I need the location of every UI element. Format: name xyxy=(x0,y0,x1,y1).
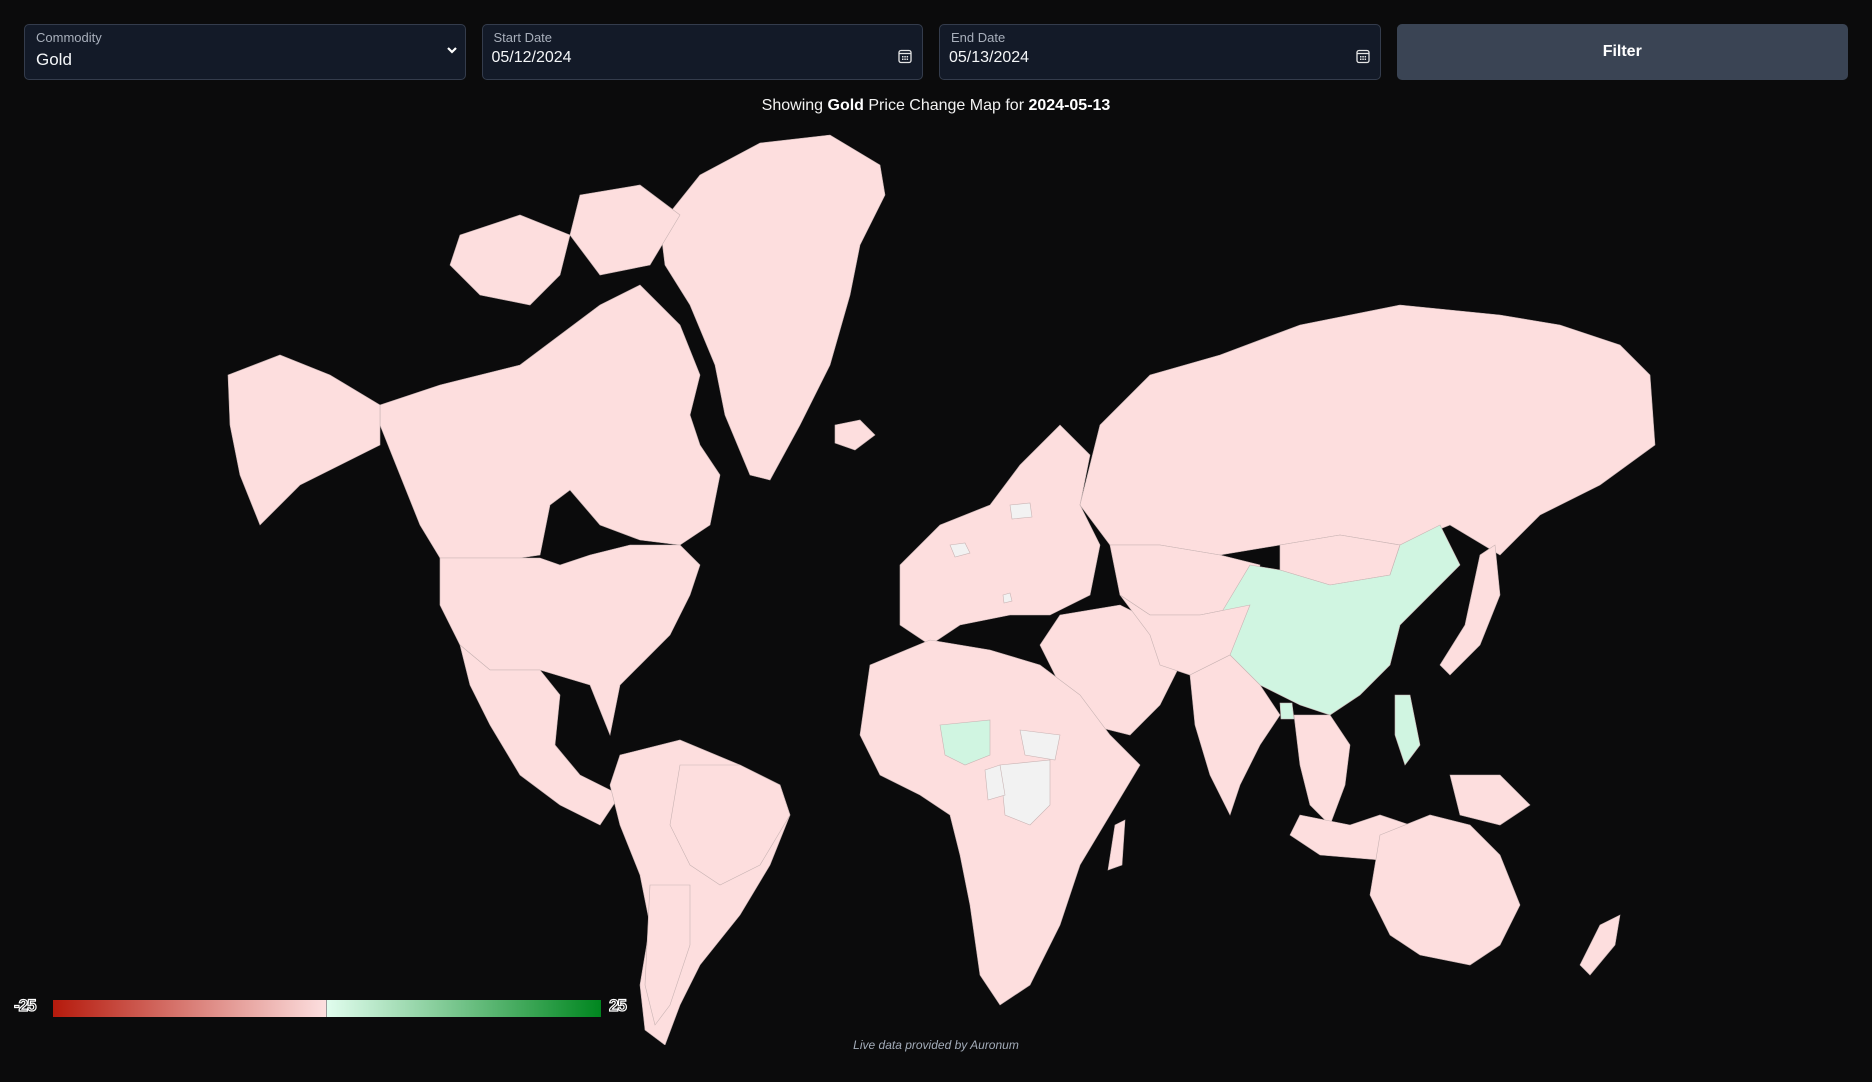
country-argentina[interactable] xyxy=(644,884,691,1026)
end-date-input[interactable]: End Date 05/13/2024 xyxy=(939,24,1381,80)
end-date-value[interactable]: 05/13/2024 xyxy=(949,49,1029,67)
country-philippines[interactable] xyxy=(1394,694,1421,766)
country-russia[interactable] xyxy=(1079,304,1656,556)
start-date-input[interactable]: Start Date 05/12/2024 xyxy=(481,24,923,80)
filter-button[interactable]: Filter xyxy=(1396,24,1848,80)
commodity-select[interactable]: Commodity Gold xyxy=(24,24,466,80)
legend-min-label: -25 xyxy=(13,995,37,1015)
heading-commodity: Gold xyxy=(827,97,864,114)
commodity-value: Gold xyxy=(36,50,72,69)
country-new-zealand[interactable] xyxy=(1579,914,1621,976)
country-australia[interactable] xyxy=(1369,814,1521,966)
legend-max-label: 25 xyxy=(608,995,627,1015)
legend-negative-gradient xyxy=(53,1000,327,1017)
country-latvia[interactable] xyxy=(1009,502,1033,520)
end-date-label: End Date xyxy=(951,30,1006,45)
legend-positive-gradient xyxy=(327,1000,601,1017)
country-kosovo[interactable] xyxy=(1002,592,1013,604)
world-map-svg[interactable] xyxy=(0,125,1872,1045)
map-heading: Showing Gold Price Change Map for 2024-0… xyxy=(0,97,1872,115)
heading-date: 2024-05-13 xyxy=(1028,97,1111,114)
country-iceland[interactable] xyxy=(834,419,876,451)
country-bangladesh[interactable] xyxy=(1279,702,1295,720)
data-attribution: Live data provided by Auronum xyxy=(853,1038,1019,1052)
heading-prefix: Showing xyxy=(761,97,828,114)
country-madagascar[interactable] xyxy=(1107,819,1126,871)
commodity-label: Commodity xyxy=(36,30,102,45)
country-papua-new-guinea[interactable] xyxy=(1449,774,1531,826)
heading-middle: Price Change Map for xyxy=(863,97,1029,114)
calendar-icon[interactable] xyxy=(898,49,912,64)
start-date-value[interactable]: 05/12/2024 xyxy=(492,49,572,67)
world-map[interactable] xyxy=(0,125,1872,1045)
country-southeast-asia-rest[interactable] xyxy=(1293,714,1351,826)
country-europe-rest[interactable] xyxy=(899,424,1101,646)
calendar-icon[interactable] xyxy=(1355,49,1370,64)
start-date-label: Start Date xyxy=(493,30,553,45)
chevron-down-icon[interactable] xyxy=(445,43,459,57)
filter-bar: Commodity Gold Start Date 05/12/2024 End… xyxy=(24,24,1848,80)
